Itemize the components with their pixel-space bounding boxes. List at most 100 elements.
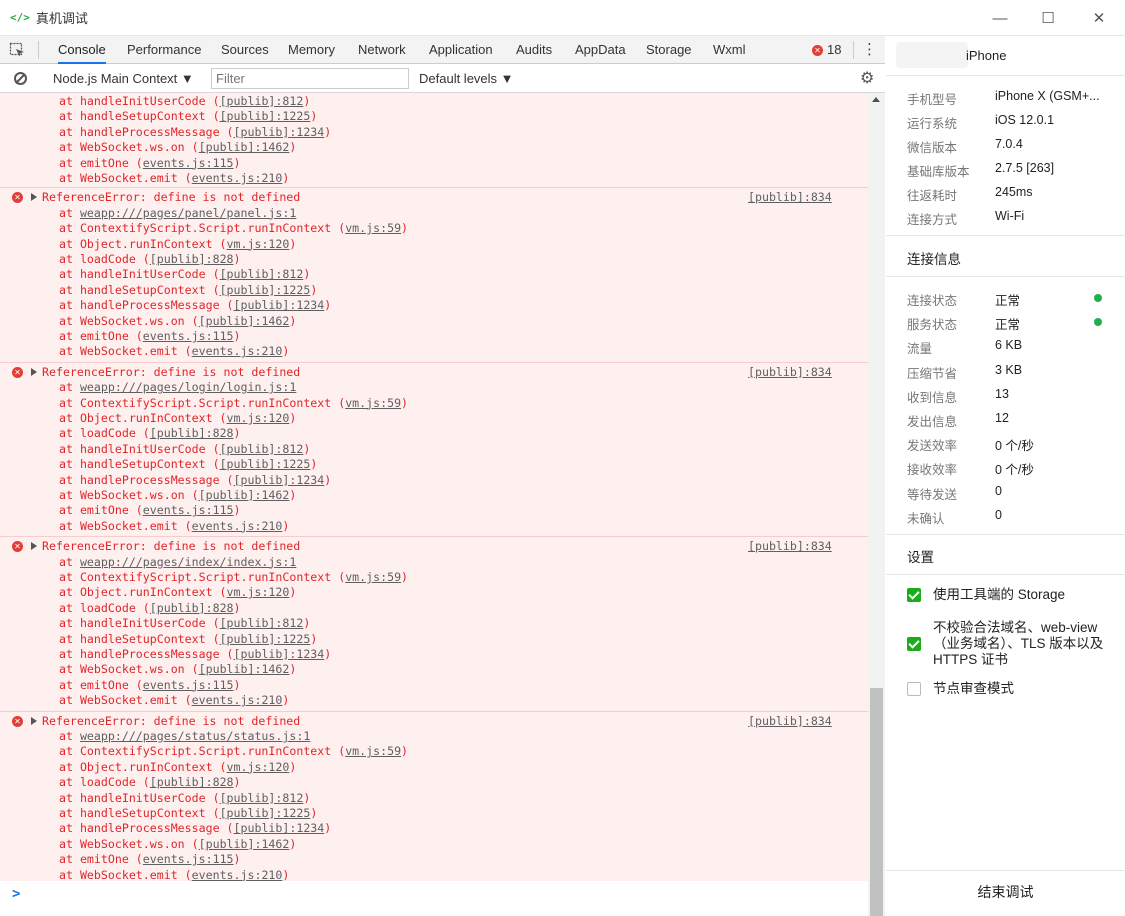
source-link[interactable]: vm.js:120 [227,760,290,774]
source-link[interactable]: weapp:///pages/index/index.js:1 [80,555,296,569]
source-link[interactable]: [publib]:828 [150,775,234,789]
error-source-link[interactable]: [publib]:834 [748,190,832,205]
error-source-link[interactable]: [publib]:834 [748,714,832,729]
source-link[interactable]: [publib]:812 [220,442,304,456]
source-link[interactable]: [publib]:1234 [234,473,325,487]
source-link[interactable]: vm.js:59 [345,570,401,584]
source-link[interactable]: [publib]:812 [220,616,304,630]
tab-appdata[interactable]: AppData [575,36,626,64]
source-link[interactable]: vm.js:120 [227,237,290,251]
source-link[interactable]: [publib]:828 [150,601,234,615]
stack-frame-text: at WebSocket.ws.on ([publib]:1462) [59,662,297,677]
source-link[interactable]: events.js:210 [192,519,283,533]
source-link[interactable]: events.js:115 [143,329,234,343]
stack-frame: at loadCode ([publib]:828) [0,252,868,267]
source-link[interactable]: vm.js:120 [227,411,290,425]
source-link[interactable]: [publib]:1462 [199,837,290,851]
source-link[interactable]: [publib]:812 [220,94,304,108]
tab-wxml[interactable]: Wxml [713,36,746,64]
source-link[interactable]: events.js:115 [143,156,234,170]
console-prompt[interactable]: > [0,881,868,908]
source-link[interactable]: vm.js:59 [345,221,401,235]
stack-frame-text: at WebSocket.emit (events.js:210) [59,518,290,533]
error-text: ReferenceError: define is not defined [42,539,301,554]
filter-input[interactable] [211,68,409,89]
expand-triangle-icon[interactable] [31,367,37,376]
source-link[interactable]: events.js:210 [192,868,283,881]
maximize-button[interactable]: ☐ [1022,0,1074,36]
setting-label[interactable]: 不校验合法域名、web-view（业务域名）、TLS 版本以及 HTTPS 证书 [933,620,1108,668]
source-link[interactable]: [publib]:1225 [220,109,311,123]
context-selector[interactable]: Node.js Main Context ▼ [53,64,194,93]
stack-frame-function: emitOne [79,852,129,867]
source-link[interactable]: events.js:210 [192,171,283,185]
source-link[interactable]: [publib]:1225 [220,457,311,471]
source-link[interactable]: [publib]:1462 [199,488,290,502]
connection-info-label: 接收效率 [907,463,958,478]
tab-performance[interactable]: Performance [127,36,201,64]
error-source-link[interactable]: [publib]:834 [748,539,832,554]
setting-checkbox[interactable] [907,588,921,602]
error-header[interactable]: ✕ ReferenceError: define is not defined [p… [0,190,868,205]
source-link[interactable]: events.js:115 [143,678,234,692]
expand-triangle-icon[interactable] [31,193,37,202]
stack-frame: at ContextifyScript.Script.runInContext … [0,396,868,411]
source-link[interactable]: vm.js:120 [227,585,290,599]
setting-label[interactable]: 节点审查模式 [933,681,1108,697]
source-link[interactable]: [publib]:1462 [199,140,290,154]
error-header[interactable]: ✕ ReferenceError: define is not defined [p… [0,714,868,729]
error-header[interactable]: ✕ ReferenceError: define is not defined [p… [0,365,868,380]
stack-frame-text: at WebSocket.ws.on ([publib]:1462) [59,313,297,328]
log-levels-dropdown[interactable]: Default levels ▼ [419,64,514,93]
console-scrollbar[interactable] [868,93,885,916]
minimize-button[interactable]: — [974,0,1026,36]
source-link[interactable]: weapp:///pages/status/status.js:1 [80,729,310,743]
source-link[interactable]: [publib]:828 [150,252,234,266]
source-link[interactable]: events.js:115 [143,852,234,866]
inspect-element-icon[interactable] [9,42,25,58]
source-link[interactable]: [publib]:1225 [220,806,311,820]
expand-triangle-icon[interactable] [31,716,37,725]
source-link[interactable]: [publib]:1234 [234,125,325,139]
tab-sources[interactable]: Sources [221,36,269,64]
source-link[interactable]: events.js:210 [192,344,283,358]
tab-application[interactable]: Application [429,36,493,64]
source-link[interactable]: events.js:115 [143,503,234,517]
error-counter[interactable]: ✕ 18 [812,36,841,64]
tab-console[interactable]: Console [58,36,106,64]
clear-console-icon[interactable] [14,72,27,85]
setting-checkbox[interactable] [907,637,921,651]
source-link[interactable]: [publib]:1225 [220,632,311,646]
source-link[interactable]: [publib]:1234 [234,647,325,661]
source-link[interactable]: [publib]:1462 [199,314,290,328]
setting-label[interactable]: 使用工具端的 Storage [933,587,1108,603]
source-link[interactable]: [publib]:812 [220,791,304,805]
error-header[interactable]: ✕ ReferenceError: define is not defined [p… [0,539,868,554]
end-debug-button[interactable]: 结束调试 [886,870,1125,916]
source-link[interactable]: [publib]:1225 [220,283,311,297]
tab-storage[interactable]: Storage [646,36,692,64]
more-options-icon[interactable]: ⋮ [862,36,877,64]
tab-memory[interactable]: Memory [288,36,335,64]
scroll-up-arrow-icon[interactable] [872,97,880,102]
source-link[interactable]: [publib]:812 [220,267,304,281]
stack-frame-text: at handleSetupContext ([publib]:1225) [59,282,318,297]
source-link[interactable]: vm.js:59 [345,744,401,758]
stack-frame-text: at Object.runInContext (vm.js:120) [59,759,297,774]
source-link[interactable]: [publib]:1234 [234,298,325,312]
source-link[interactable]: [publib]:1234 [234,821,325,835]
source-link[interactable]: [publib]:828 [150,426,234,440]
setting-checkbox[interactable] [907,682,921,696]
gear-icon[interactable]: ⚙ [860,64,874,93]
scrollbar-thumb[interactable] [870,688,883,916]
close-button[interactable]: ✕ [1073,0,1125,36]
source-link[interactable]: vm.js:59 [345,396,401,410]
tab-network[interactable]: Network [358,36,406,64]
source-link[interactable]: [publib]:1462 [199,662,290,676]
expand-triangle-icon[interactable] [31,542,37,551]
source-link[interactable]: weapp:///pages/panel/panel.js:1 [80,206,296,220]
source-link[interactable]: weapp:///pages/login/login.js:1 [80,380,296,394]
error-source-link[interactable]: [publib]:834 [748,365,832,380]
tab-audits[interactable]: Audits [516,36,552,64]
source-link[interactable]: events.js:210 [192,693,283,707]
